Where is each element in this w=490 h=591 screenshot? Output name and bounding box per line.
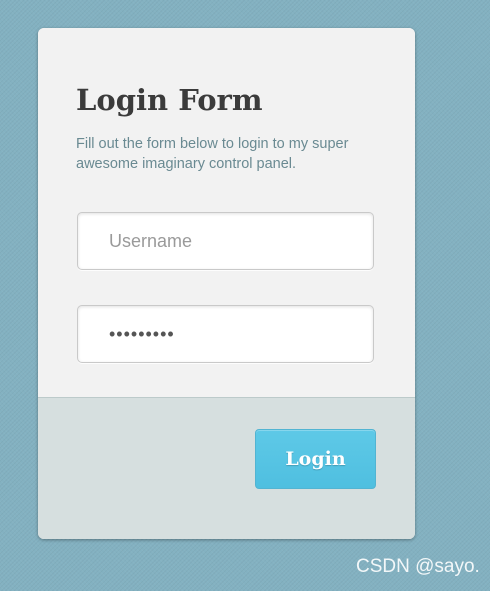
username-input[interactable]: [77, 212, 374, 270]
login-card-footer: Login: [38, 397, 415, 539]
watermark-text: CSDN @sayo.: [356, 556, 480, 577]
login-card: Login Form Fill out the form below to lo…: [38, 28, 415, 539]
form-title: Login Form: [76, 83, 263, 117]
login-card-body: Login Form Fill out the form below to lo…: [38, 28, 415, 397]
form-description: Fill out the form below to login to my s…: [76, 136, 349, 172]
password-input[interactable]: [77, 305, 374, 363]
login-button[interactable]: Login: [255, 429, 376, 489]
